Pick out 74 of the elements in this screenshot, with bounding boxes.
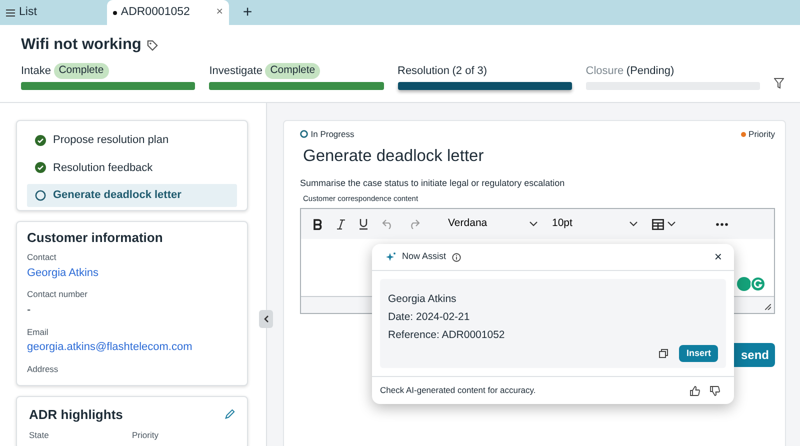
caret-icon [667, 221, 676, 228]
thumbs-up-icon[interactable] [690, 386, 700, 396]
undo-button[interactable] [382, 219, 394, 230]
task-state: In Progress [310, 128, 354, 141]
generated-text-line: Georgia Atkins [388, 293, 458, 305]
table-icon [652, 218, 664, 230]
stage-label: Intake [21, 64, 51, 79]
field-label: Contact [27, 251, 58, 264]
grammar-assistant-icon[interactable] [736, 276, 766, 292]
field-label: Contact number [27, 288, 88, 301]
generated-text-line: Reference: ADR0001052 [388, 329, 506, 341]
close-icon[interactable]: × [714, 247, 722, 267]
popup-title: Now Assist [402, 250, 446, 264]
copy-icon[interactable] [659, 348, 668, 358]
collapse-button[interactable] [259, 310, 273, 328]
stage-progress-bar[interactable] [209, 82, 384, 90]
underline-button[interactable] [359, 218, 368, 230]
edit-icon[interactable] [224, 408, 235, 420]
field-label: Email [27, 326, 50, 338]
task-instruction: Summarise the case status to initiate legal or regulatory escalation [300, 176, 566, 190]
check-circle-icon [35, 134, 46, 146]
stage-label: Closure [586, 64, 624, 79]
unsaved-dot-icon [112, 10, 117, 14]
field-label: Address [27, 362, 60, 376]
priority-dot-icon [740, 132, 746, 137]
size-dropdown[interactable]: 10pt [552, 216, 638, 232]
add-tab-button[interactable]: + [236, 0, 258, 25]
check-circle-icon [35, 162, 46, 174]
chevron-left-icon [263, 315, 269, 323]
table-button[interactable] [652, 218, 676, 230]
tag-icon[interactable] [146, 40, 158, 51]
card-heading: Customer information [27, 228, 164, 246]
resize-handle-icon[interactable] [765, 304, 771, 310]
sparkle-icon [386, 252, 396, 262]
status-badge: Complete [265, 63, 320, 79]
caret-icon [629, 221, 638, 228]
caret-icon [529, 221, 538, 228]
thumbs-down-icon[interactable] [710, 386, 720, 396]
stage-label: Investigate [209, 64, 262, 79]
stage-label: Resolution [398, 64, 450, 79]
card-heading: ADR highlights [29, 406, 123, 424]
step-item[interactable]: Resolution feedback [27, 156, 237, 179]
task-title: Generate deadlock letter [303, 146, 485, 167]
redo-button[interactable] [408, 219, 420, 230]
stage-detail: (Pending) [626, 64, 674, 79]
font-dropdown[interactable]: Verdana [448, 216, 538, 232]
more-button[interactable] [716, 222, 728, 226]
disclaimer-text: Check AI-generated content for accuracy. [380, 384, 536, 397]
close-tab-icon[interactable]: × [216, 4, 223, 22]
field-value: - [27, 303, 32, 318]
status-circle-icon [300, 130, 308, 138]
field-label: State [29, 429, 50, 442]
step-item[interactable]: Propose resolution plan [27, 129, 237, 152]
menu-icon [6, 8, 15, 16]
insert-button[interactable]: Insert [679, 344, 718, 362]
circle-icon [35, 190, 46, 201]
stage-detail: (2 of 3) [452, 64, 488, 79]
tab[interactable]: ADR0001052 × [106, 0, 229, 25]
page-title: Wifi not working [21, 36, 142, 55]
step-item[interactable]: Generate deadlock letter [27, 184, 237, 206]
stage-progress-bar[interactable] [398, 82, 572, 90]
italic-button[interactable] [337, 218, 345, 230]
field-link[interactable]: georgia.atkins@flashtelecom.com [27, 339, 192, 356]
stage-progress-bar[interactable] [21, 82, 196, 90]
generated-text-line: Date: 2024-02-21 [388, 311, 471, 323]
field-link[interactable]: Georgia Atkins [27, 264, 99, 282]
info-icon[interactable] [452, 252, 462, 262]
field-label: Priority [132, 429, 160, 442]
priority-label: Priority [748, 128, 775, 141]
bold-button[interactable] [313, 218, 323, 230]
status-badge: Complete [54, 63, 109, 79]
more-icon [716, 222, 728, 226]
filter-icon[interactable] [774, 78, 784, 89]
tab[interactable]: List [0, 0, 43, 25]
